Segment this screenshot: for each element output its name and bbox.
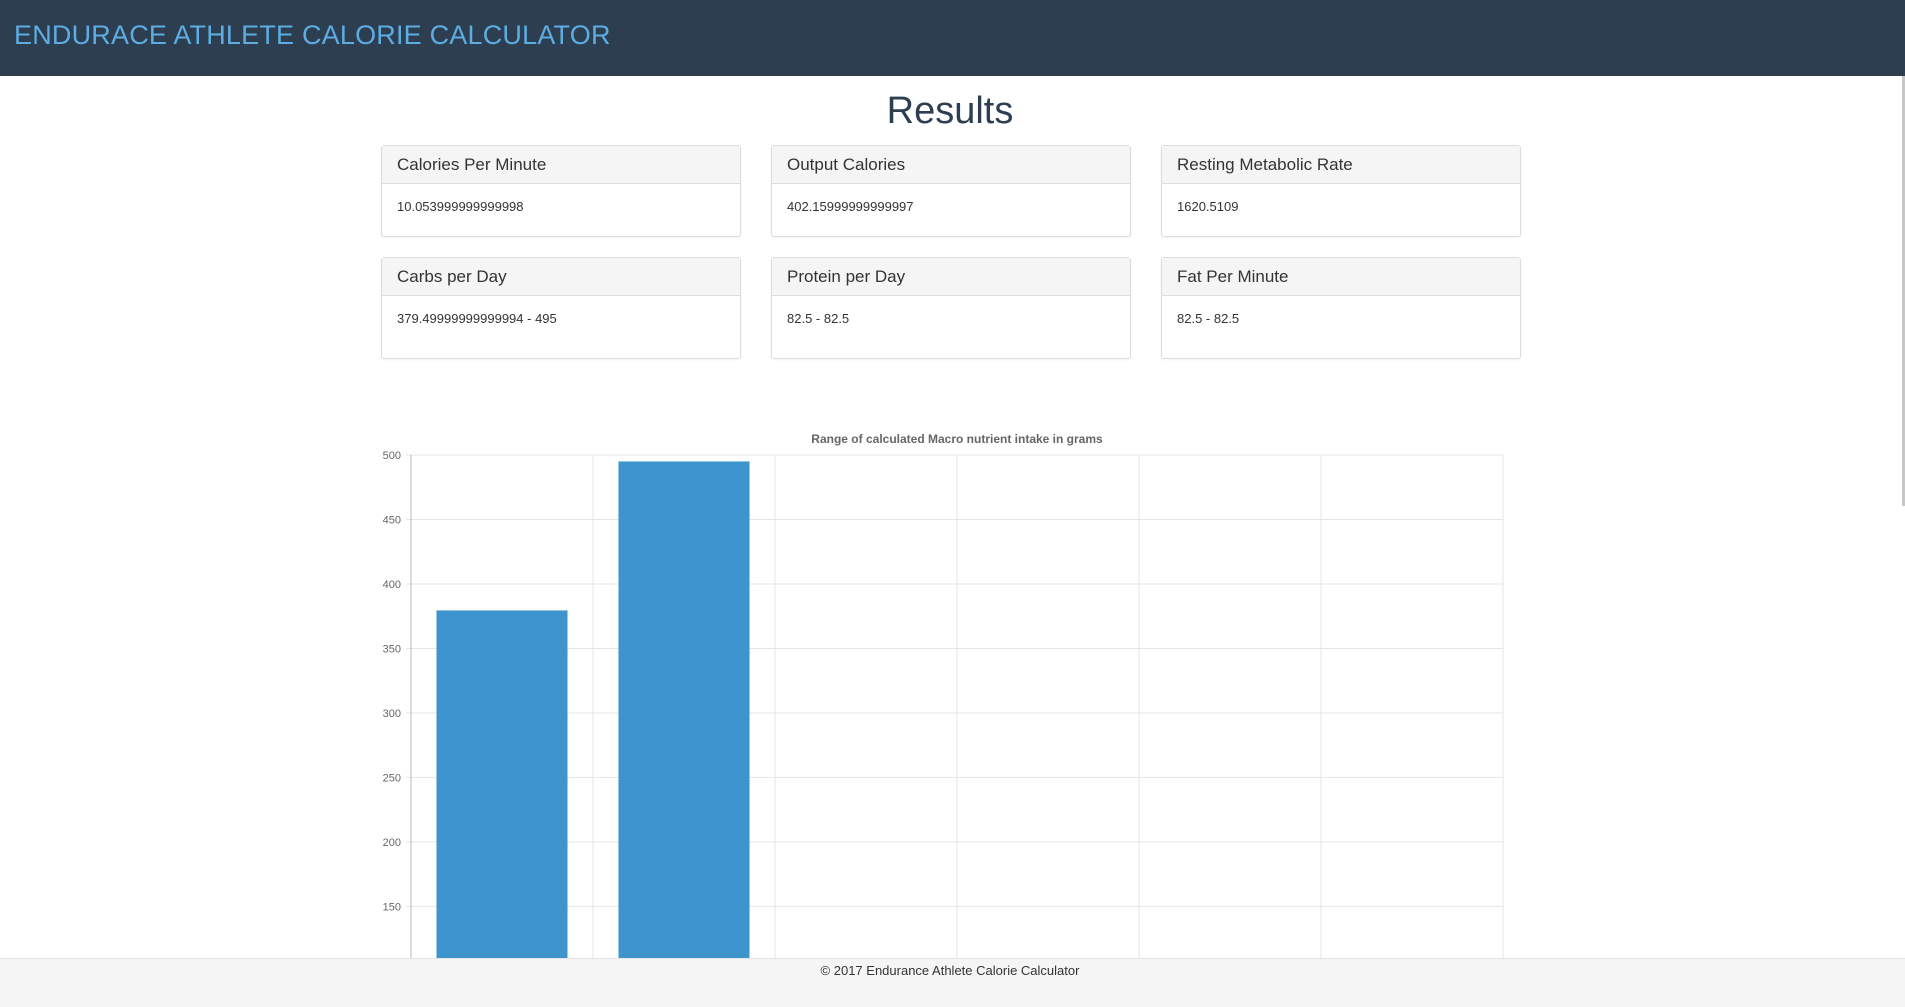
y-tick-label: 450 (383, 514, 401, 526)
y-tick-label: 200 (383, 837, 401, 849)
footer: © 2017 Endurance Athlete Calorie Calcula… (0, 958, 1905, 1007)
y-tick-label: 350 (383, 643, 401, 655)
y-tick-label: 250 (383, 772, 401, 784)
panel-protein-per-day: Protein per Day 82.5 - 82.5 (771, 257, 1131, 359)
panel-heading: Resting Metabolic Rate (1162, 146, 1520, 184)
footer-text: © 2017 Endurance Athlete Calorie Calcula… (820, 963, 1080, 978)
panel-carbs-per-day: Carbs per Day 379.49999999999994 - 495 (381, 257, 741, 359)
panel-value: 10.053999999999998 (397, 199, 524, 214)
y-tick-label: 300 (383, 708, 401, 720)
chart-title: Range of calculated Macro nutrient intak… (811, 432, 1103, 446)
panel-value: 82.5 - 82.5 (787, 311, 850, 326)
panel-output-calories: Output Calories 402.15999999999997 (771, 145, 1131, 237)
panel-resting-metabolic-rate: Resting Metabolic Rate 1620.5109 (1161, 145, 1521, 237)
panel-heading: Output Calories (772, 146, 1130, 184)
navbar: ENDURACE ATHLETE CALORIE CALCULATOR (0, 0, 1905, 76)
panel-value: 379.49999999999994 - 495 (397, 311, 557, 326)
panel-heading: Protein per Day (772, 258, 1130, 296)
panel-value: 402.15999999999997 (787, 199, 914, 214)
page-title: Results (886, 90, 1014, 132)
panel-value: 82.5 - 82.5 (1177, 311, 1240, 326)
panel-heading: Fat Per Minute (1162, 258, 1520, 296)
panel-calories-per-minute: Calories Per Minute 10.053999999999998 (381, 145, 741, 237)
y-tick-label: 400 (383, 579, 401, 591)
panel-heading: Carbs per Day (382, 258, 740, 296)
brand-link[interactable]: ENDURACE ATHLETE CALORIE CALCULATOR (14, 20, 611, 51)
y-tick-label: 500 (383, 450, 401, 462)
y-tick-label: 150 (383, 901, 401, 913)
macro-chart-svg: Range of calculated Macro nutrient intak… (383, 432, 1504, 958)
bar (436, 610, 568, 958)
panel-heading: Calories Per Minute (382, 146, 740, 184)
panel-value: 1620.5109 (1177, 199, 1239, 214)
panel-fat-per-minute: Fat Per Minute 82.5 - 82.5 (1161, 257, 1521, 359)
bar (618, 461, 750, 958)
macro-chart: Range of calculated Macro nutrient intak… (370, 425, 1520, 960)
